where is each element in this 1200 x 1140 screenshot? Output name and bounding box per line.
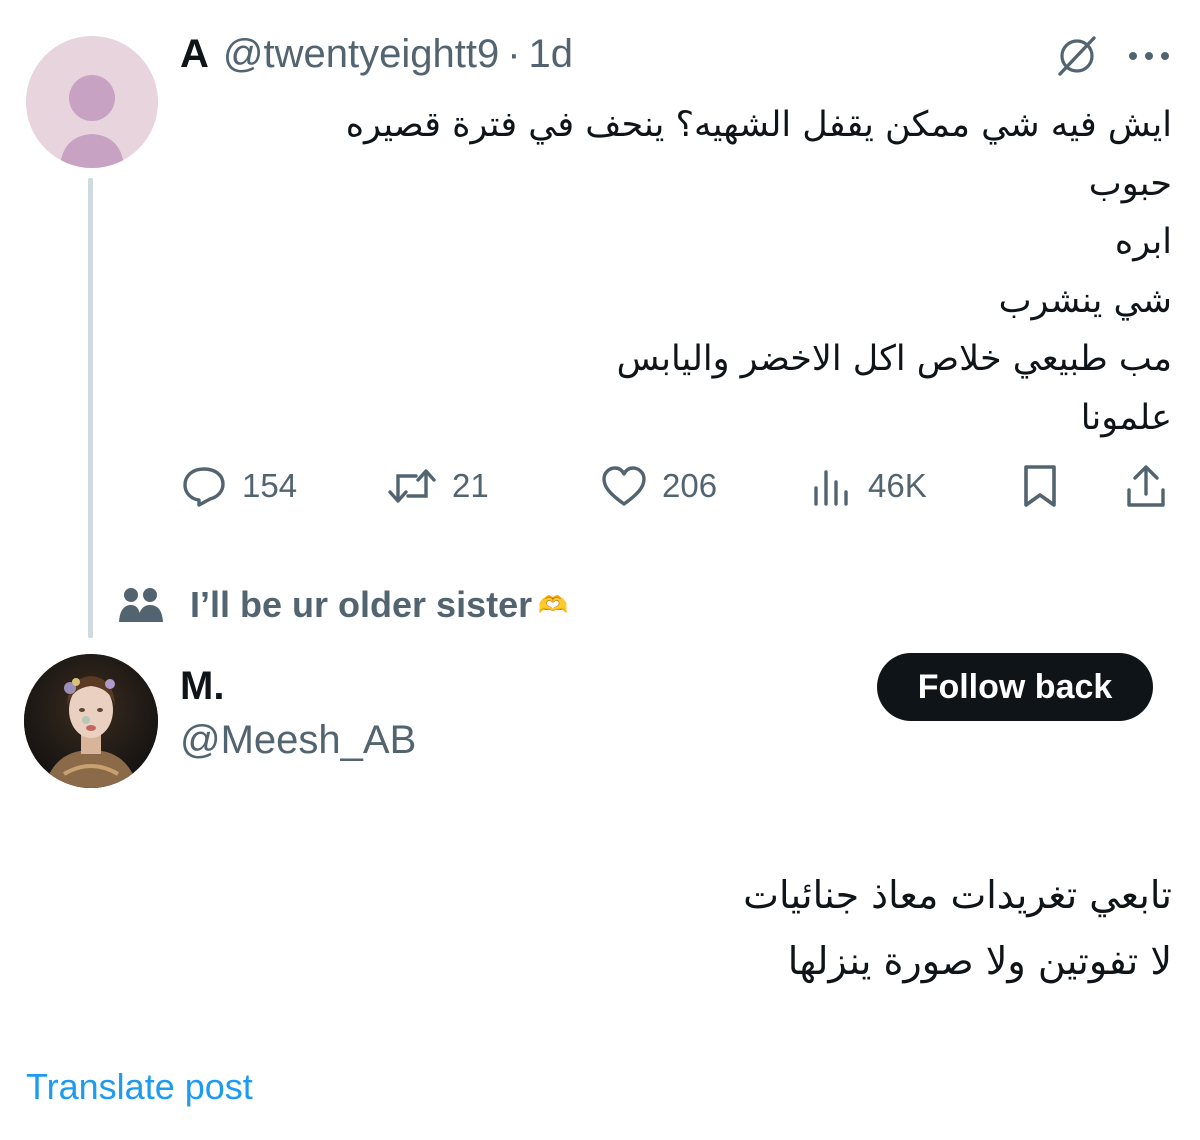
tweet-header: A @twentyeightt9 · 1d xyxy=(180,32,573,78)
repost-icon xyxy=(388,469,436,503)
action-bar: 154 21 206 46K xyxy=(180,456,1175,516)
thread-line xyxy=(88,178,93,638)
portrait-avatar-image xyxy=(24,654,158,788)
tweet-line: حبوب xyxy=(1088,163,1172,204)
tweet-line: مب طبيعي خلاص اكل الاخضر واليابس xyxy=(616,339,1172,379)
social-context[interactable]: I’ll be ur older sister 🫶 xyxy=(118,580,568,630)
heart-hands-emoji: 🫶 xyxy=(538,591,568,619)
repost-count: 21 xyxy=(452,467,489,504)
tweet-line: ايش فيه شي ممكن يقفل الشهيه؟ ينحف في فتر… xyxy=(345,105,1172,145)
bookmark-icon xyxy=(1024,465,1056,507)
views-button[interactable]: 46K xyxy=(810,456,927,516)
translate-post-link[interactable]: Translate post xyxy=(26,1066,253,1108)
repost-button[interactable]: 21 xyxy=(386,456,489,516)
views-count: 46K xyxy=(868,467,927,504)
reply-button[interactable]: 154 xyxy=(180,456,297,516)
author-handle[interactable]: @twentyeightt9 xyxy=(223,32,499,77)
people-icon xyxy=(119,588,163,622)
tweet-text: ايش فيه شي ممكن يقفل الشهيه؟ ينحف في فتر… xyxy=(172,96,1172,447)
follow-back-button[interactable]: Follow back xyxy=(877,653,1153,721)
tweet-line: شي ينشرب xyxy=(998,280,1172,321)
tweet-line: لا تفوتين ولا صورة ينزلها xyxy=(787,939,1172,983)
author-name[interactable]: M. xyxy=(180,664,224,709)
views-icon xyxy=(814,470,848,506)
like-icon xyxy=(602,466,646,506)
tweet-timestamp[interactable]: 1d xyxy=(529,32,574,77)
share-icon xyxy=(1127,465,1165,507)
author-handle[interactable]: @Meesh_AB xyxy=(180,718,416,763)
tweet-line: علمونا xyxy=(1080,397,1172,438)
tweet-line: ابره xyxy=(1114,222,1172,262)
social-context-text[interactable]: I’ll be ur older sister xyxy=(190,584,532,626)
separator-dot: · xyxy=(507,32,521,76)
share-button[interactable] xyxy=(1124,456,1168,516)
reply-icon xyxy=(183,467,225,507)
avatar[interactable] xyxy=(24,654,158,788)
like-button[interactable]: 206 xyxy=(600,456,717,516)
more-icon[interactable] xyxy=(1126,48,1172,62)
reply-count: 154 xyxy=(242,467,298,504)
tweet-text: تابعي تغريدات معاذ جنائيات لا تفوتين ولا… xyxy=(172,862,1172,994)
author-name[interactable]: A xyxy=(180,32,209,77)
grok-icon[interactable] xyxy=(1052,34,1102,78)
avatar[interactable] xyxy=(26,36,158,168)
like-count: 206 xyxy=(662,467,718,504)
bookmark-button[interactable] xyxy=(1018,456,1062,516)
tweet-line: تابعي تغريدات معاذ جنائيات xyxy=(743,873,1172,917)
default-avatar-icon xyxy=(26,36,158,168)
